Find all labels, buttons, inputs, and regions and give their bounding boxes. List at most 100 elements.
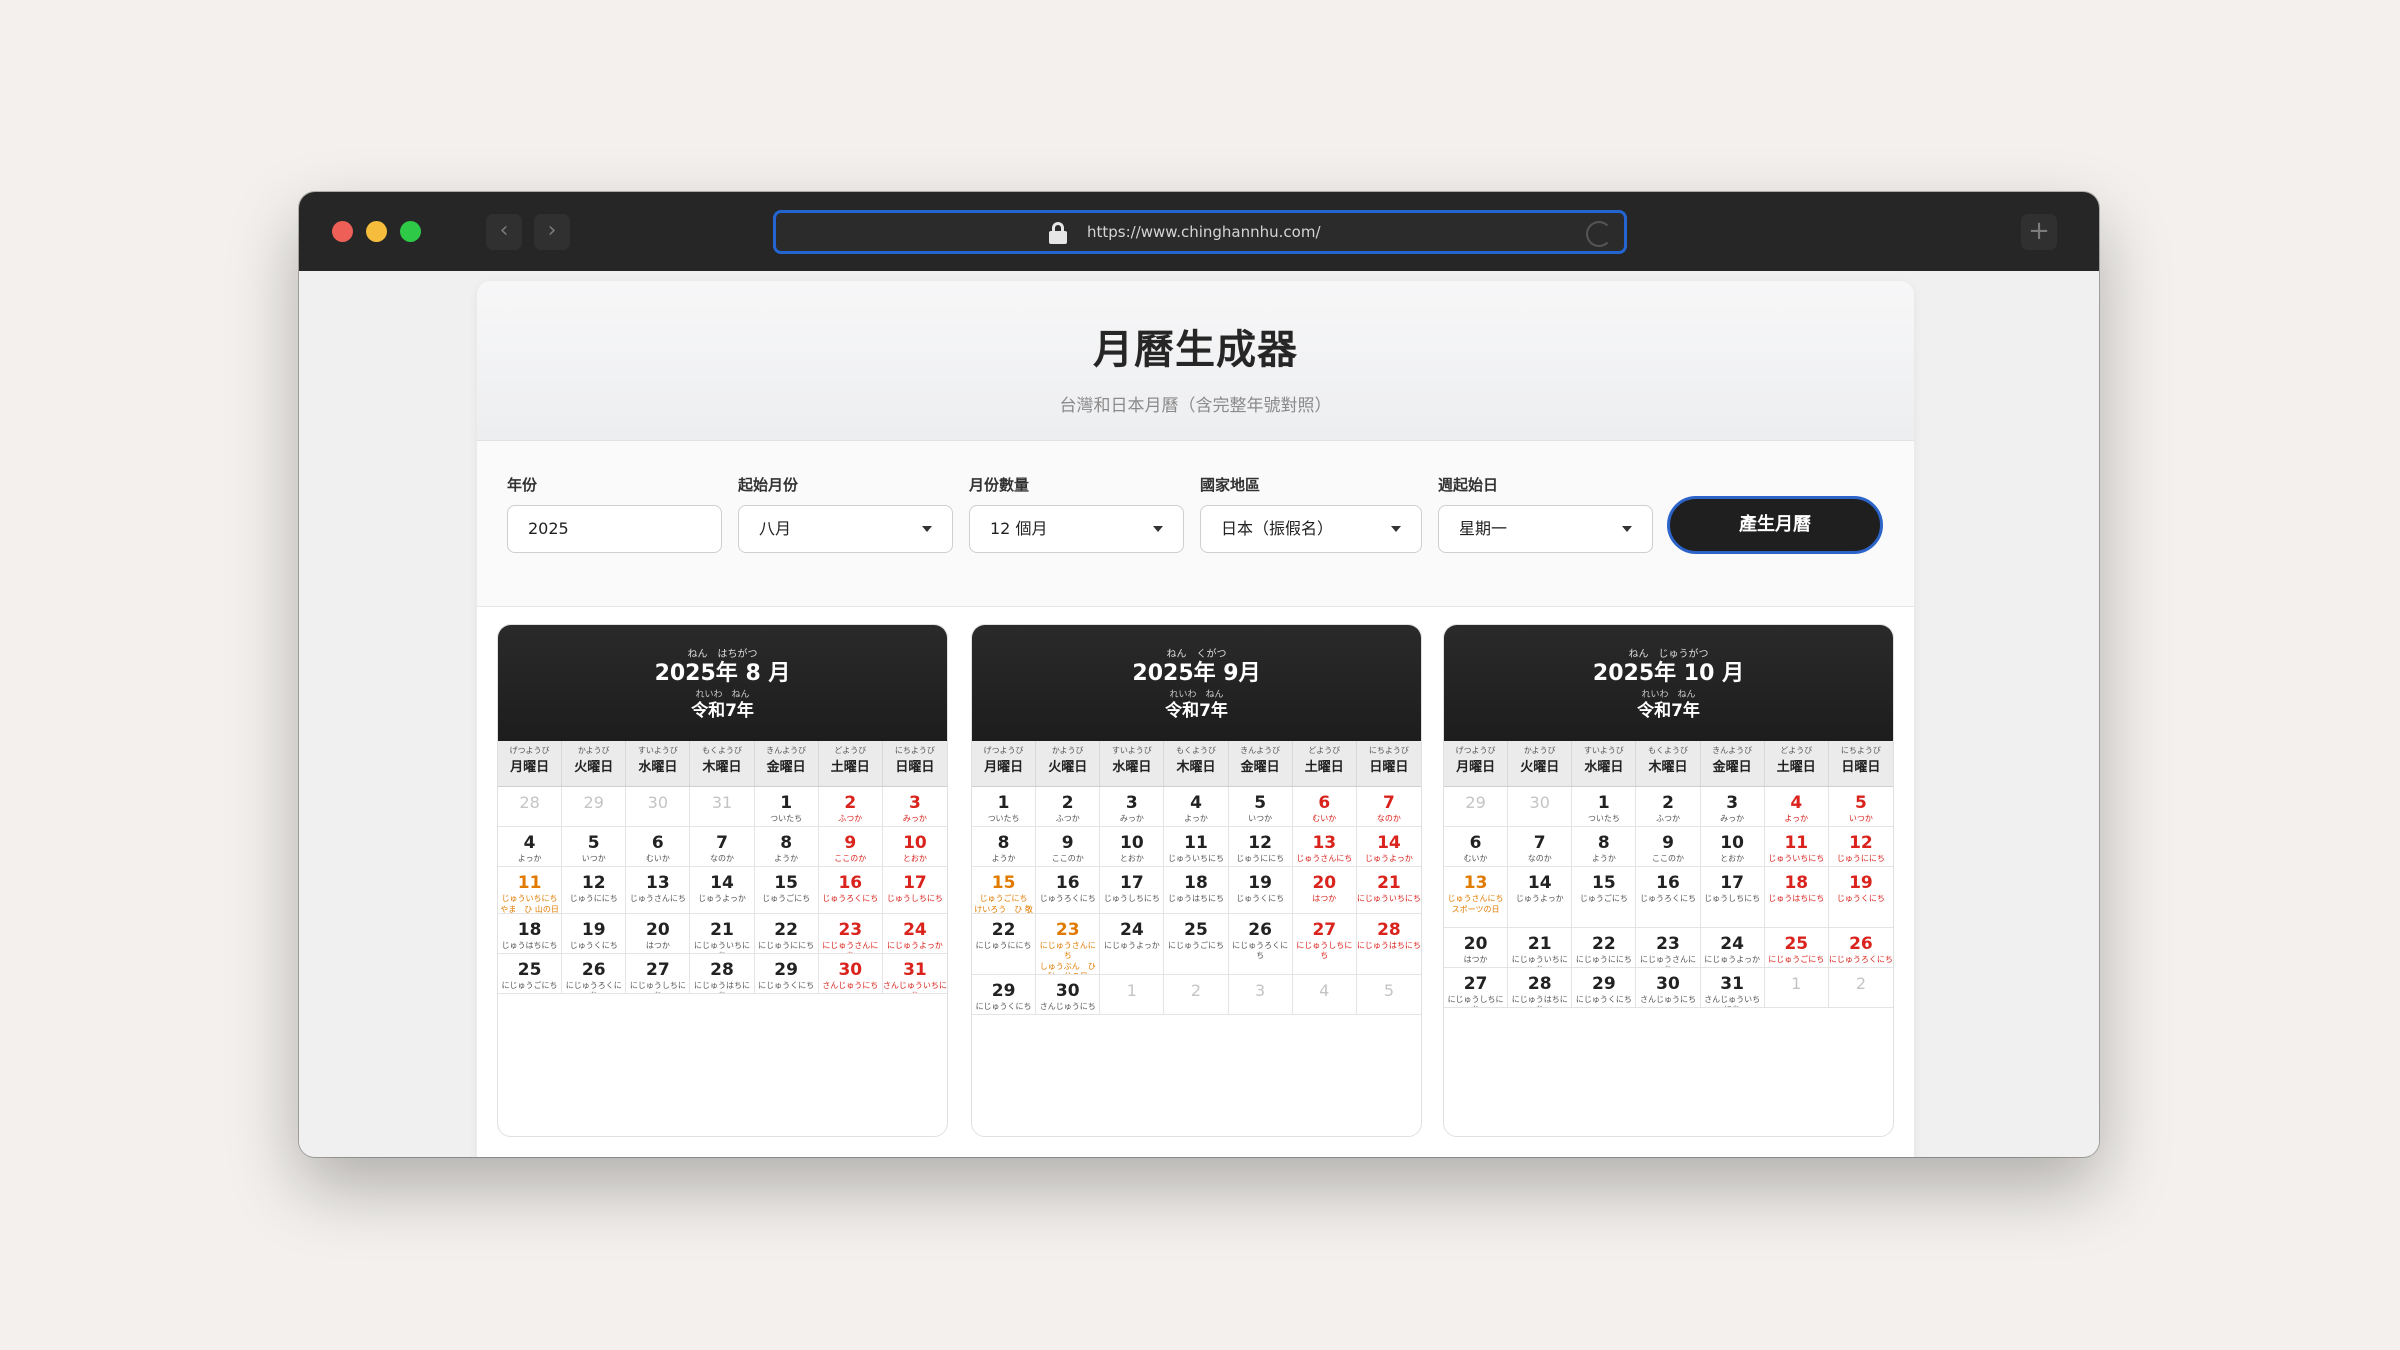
day-cell[interactable]: 2 ふつか — [1636, 787, 1701, 827]
day-cell[interactable]: 9 ここのか — [1036, 827, 1101, 867]
day-cell[interactable]: 4 よっか — [1164, 787, 1229, 827]
day-cell[interactable]: 14 じゅうよっか — [1508, 867, 1573, 928]
day-cell[interactable]: 28にじゅうはちにち — [1508, 968, 1573, 1008]
day-cell[interactable]: 20 はつか — [626, 914, 691, 954]
day-cell[interactable]: 24 にじゅうよっか — [1700, 928, 1765, 968]
day-cell[interactable]: 10 とおか — [1100, 827, 1165, 867]
day-cell[interactable]: 30 さんじゅうにち — [1036, 975, 1101, 1015]
day-cell[interactable]: 31さんじゅういちにち — [1700, 968, 1765, 1008]
day-cell[interactable]: 26にじゅうろくにち — [1828, 928, 1893, 968]
day-cell[interactable]: 31さんじゅういちにち — [882, 954, 947, 994]
day-cell[interactable]: 19 じゅうくにち — [1228, 867, 1293, 914]
day-cell[interactable]: 26にじゅうろくにち — [1228, 914, 1293, 975]
day-cell[interactable]: 14 じゅうよっか — [1356, 827, 1421, 867]
day-cell[interactable]: 12 じゅうににち — [562, 867, 627, 914]
day-cell[interactable]: 8 ようか — [972, 827, 1037, 867]
day-cell[interactable]: 13 じゅうさんにち — [626, 867, 691, 914]
day-cell[interactable]: 19 じゅうくにち — [1828, 867, 1893, 928]
day-cell[interactable]: 26にじゅうろくにち — [562, 954, 627, 994]
day-cell[interactable]: 28 — [498, 787, 563, 827]
day-cell[interactable]: 1 ついたち — [972, 787, 1037, 827]
day-cell[interactable]: 31 — [690, 787, 755, 827]
day-cell[interactable]: 11 じゅういちにち — [1164, 827, 1229, 867]
day-cell[interactable]: 28にじゅうはちにち — [1356, 914, 1421, 975]
new-tab-button[interactable]: + — [2021, 214, 2057, 250]
day-cell[interactable]: 1 — [1100, 975, 1165, 1015]
day-cell[interactable]: 29 — [562, 787, 627, 827]
day-cell[interactable]: 17 じゅうしちにち — [1100, 867, 1165, 914]
reload-icon[interactable] — [1586, 221, 1612, 247]
day-cell[interactable]: 21にじゅういちにち — [1508, 928, 1573, 968]
day-cell[interactable]: 23にじゅうさんにちしゅうぶん ひ 秋 分の日 — [1036, 914, 1101, 975]
day-cell[interactable]: 5 いつか — [1828, 787, 1893, 827]
minimize-window-button[interactable] — [366, 221, 387, 242]
day-cell[interactable]: 21にじゅういちにち — [1356, 867, 1421, 914]
day-cell[interactable]: 3 みっか — [1100, 787, 1165, 827]
year-input[interactable]: 2025 — [507, 505, 722, 553]
month-count-select[interactable]: 12 個月 — [969, 505, 1184, 553]
day-cell[interactable]: 17 じゅうしちにち — [882, 867, 947, 914]
day-cell[interactable]: 18 じゅうはちにち — [1164, 867, 1229, 914]
day-cell[interactable]: 10 とおか — [1700, 827, 1765, 867]
day-cell[interactable]: 22 にじゅうににち — [754, 914, 819, 954]
day-cell[interactable]: 6 むいか — [1292, 787, 1357, 827]
day-cell[interactable]: 7 なのか — [690, 827, 755, 867]
week-start-select[interactable]: 星期一 — [1438, 505, 1653, 553]
day-cell[interactable]: 4 よっか — [1764, 787, 1829, 827]
day-cell[interactable]: 29 にじゅうくにち — [972, 975, 1037, 1015]
day-cell[interactable]: 12 じゅうににち — [1828, 827, 1893, 867]
day-cell[interactable]: 20 はつか — [1444, 928, 1509, 968]
day-cell[interactable]: 27にじゅうしちにち — [626, 954, 691, 994]
day-cell[interactable]: 23にじゅうさんにち — [818, 914, 883, 954]
day-cell[interactable]: 29 にじゅうくにち — [1572, 968, 1637, 1008]
day-cell[interactable]: 13 じゅうさんにち — [1292, 827, 1357, 867]
day-cell[interactable]: 22 にじゅうににち — [972, 914, 1037, 975]
day-cell[interactable]: 10 とおか — [882, 827, 947, 867]
day-cell[interactable]: 28にじゅうはちにち — [690, 954, 755, 994]
generate-calendar-button[interactable]: 產生月曆 — [1667, 496, 1883, 554]
day-cell[interactable]: 2 ふつか — [1036, 787, 1101, 827]
day-cell[interactable]: 8 ようか — [1572, 827, 1637, 867]
day-cell[interactable]: 17 じゅうしちにち — [1700, 867, 1765, 928]
day-cell[interactable]: 5 いつか — [562, 827, 627, 867]
day-cell[interactable]: 25 にじゅうごにち — [498, 954, 563, 994]
day-cell[interactable]: 15 じゅうごにち — [1572, 867, 1637, 928]
day-cell[interactable]: 25 にじゅうごにち — [1164, 914, 1229, 975]
region-select[interactable]: 日本（振假名） — [1200, 505, 1422, 553]
day-cell[interactable]: 15じゅうごにちけいろう ひ 敬 老の日 — [972, 867, 1037, 914]
day-cell[interactable]: 11 じゅういちにち — [1764, 827, 1829, 867]
close-window-button[interactable] — [332, 221, 353, 242]
forward-button[interactable]: › — [534, 214, 570, 250]
day-cell[interactable]: 30 — [626, 787, 691, 827]
address-bar[interactable]: https://www.chinghannhu.com/ — [773, 210, 1627, 254]
day-cell[interactable]: 19 じゅうくにち — [562, 914, 627, 954]
day-cell[interactable]: 1 ついたち — [754, 787, 819, 827]
day-cell[interactable]: 4 よっか — [498, 827, 563, 867]
day-cell[interactable]: 2 ふつか — [818, 787, 883, 827]
day-cell[interactable]: 9 ここのか — [818, 827, 883, 867]
day-cell[interactable]: 5 いつか — [1228, 787, 1293, 827]
day-cell[interactable]: 2 — [1828, 968, 1893, 1008]
day-cell[interactable]: 9 ここのか — [1636, 827, 1701, 867]
day-cell[interactable]: 1 — [1764, 968, 1829, 1008]
day-cell[interactable]: 27にじゅうしちにち — [1292, 914, 1357, 975]
day-cell[interactable]: 29 — [1444, 787, 1509, 827]
day-cell[interactable]: 30 — [1508, 787, 1573, 827]
day-cell[interactable]: 3 みっか — [1700, 787, 1765, 827]
day-cell[interactable]: 11 じゅういちにち やま ひ 山の日 — [498, 867, 563, 914]
maximize-window-button[interactable] — [400, 221, 421, 242]
day-cell[interactable]: 22 にじゅうににち — [1572, 928, 1637, 968]
day-cell[interactable]: 21にじゅういちにち — [690, 914, 755, 954]
day-cell[interactable]: 29 にじゅうくにち — [754, 954, 819, 994]
day-cell[interactable]: 18 じゅうはちにち — [1764, 867, 1829, 928]
day-cell[interactable]: 15 じゅうごにち — [754, 867, 819, 914]
day-cell[interactable]: 24 にじゅうよっか — [1100, 914, 1165, 975]
day-cell[interactable]: 13 じゅうさんにち スポーツの日 — [1444, 867, 1509, 928]
day-cell[interactable]: 30 さんじゅうにち — [818, 954, 883, 994]
day-cell[interactable]: 6 むいか — [1444, 827, 1509, 867]
day-cell[interactable]: 3 みっか — [882, 787, 947, 827]
day-cell[interactable]: 7 なのか — [1508, 827, 1573, 867]
day-cell[interactable]: 14 じゅうよっか — [690, 867, 755, 914]
day-cell[interactable]: 8 ようか — [754, 827, 819, 867]
day-cell[interactable]: 4 — [1292, 975, 1357, 1015]
